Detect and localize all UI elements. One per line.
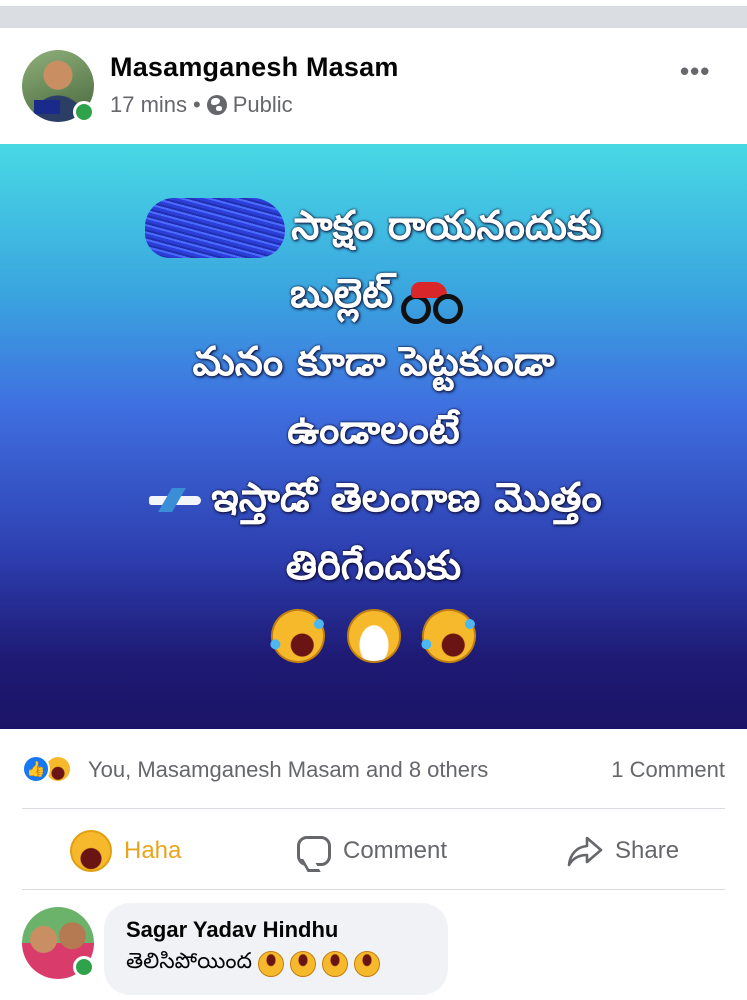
top-strip <box>0 0 747 28</box>
post-author-name[interactable]: Masamganesh Masam <box>110 52 399 83</box>
rolling-laughing-emoji-icon <box>261 600 334 672</box>
more-options-icon[interactable]: ••• <box>680 56 710 87</box>
comment-text: తెలిసిపోయింద <box>126 949 426 979</box>
text-line-6: తిరిగేందుకు <box>285 543 462 589</box>
haha-button[interactable]: Haha <box>70 829 181 873</box>
share-arrow-icon <box>567 836 603 867</box>
like-reaction-icon: 👍 <box>22 755 50 783</box>
comment-label: Comment <box>343 837 448 864</box>
post-image-text: సాక్షం రాయనందుకు బుల్లెట్ మనం కూడా పెట్ట… <box>0 192 747 672</box>
emoji-line <box>0 600 747 672</box>
text-line-3: మనం కూడా పెట్టకుండా <box>192 339 555 385</box>
comment-bubble-icon <box>297 836 331 866</box>
rolling-laughing-emoji-icon <box>413 600 486 672</box>
reaction-icons[interactable]: 👍 <box>22 755 72 783</box>
reaction-summary[interactable]: You, Masamganesh Masam and 8 others <box>88 757 488 783</box>
share-label: Share <box>615 837 680 864</box>
grinning-emoji-icon <box>346 609 401 663</box>
text-line-4: ఉండాలంటే <box>287 407 460 453</box>
motorcycle-icon <box>401 276 464 324</box>
text-line-5: ఇస్తాడో తెలంగాణ మొత్తం <box>0 464 747 532</box>
post-actions: Haha Comment Share <box>0 809 747 889</box>
globe-icon <box>206 95 227 115</box>
comment-button[interactable]: Comment <box>297 829 447 873</box>
feed-separator <box>0 6 747 28</box>
comment-count[interactable]: 1 Comment <box>611 757 725 783</box>
comment-item: Sagar Yadav Hindhu తెలిసిపోయింద <box>0 889 747 1000</box>
commenter-name[interactable]: Sagar Yadav Hindhu <box>126 917 426 943</box>
upside-down-face-icon <box>354 951 381 977</box>
online-status-dot <box>73 101 95 123</box>
upside-down-face-icon <box>258 951 285 977</box>
upside-down-face-icon <box>322 951 349 977</box>
haha-icon <box>70 830 112 872</box>
post-time[interactable]: 17 mins <box>110 92 187 118</box>
share-button[interactable]: Share <box>567 829 679 873</box>
text-line-2: బుల్లెట్ <box>0 260 747 328</box>
redacted-scribble <box>145 198 286 258</box>
post-image[interactable]: సాక్షం రాయనందుకు బుల్లెట్ మనం కూడా పెట్ట… <box>0 144 747 729</box>
avatar-badge <box>34 100 60 114</box>
text-line-1: సాక్షం రాయనందుకు <box>0 192 747 260</box>
post-header: Masamganesh Masam 17 mins • Public ••• <box>0 28 747 144</box>
online-status-dot <box>73 956 95 978</box>
post-meta: 17 mins • Public <box>110 92 293 118</box>
upside-down-face-icon <box>290 951 317 977</box>
meta-separator: • <box>193 92 201 117</box>
reactions-bar: 👍 You, Masamganesh Masam and 8 others 1 … <box>0 729 747 809</box>
airplane-icon <box>145 486 203 514</box>
haha-label: Haha <box>124 837 182 864</box>
comment-bubble[interactable]: Sagar Yadav Hindhu తెలిసిపోయింద <box>104 903 448 995</box>
privacy-label: Public <box>232 92 293 117</box>
